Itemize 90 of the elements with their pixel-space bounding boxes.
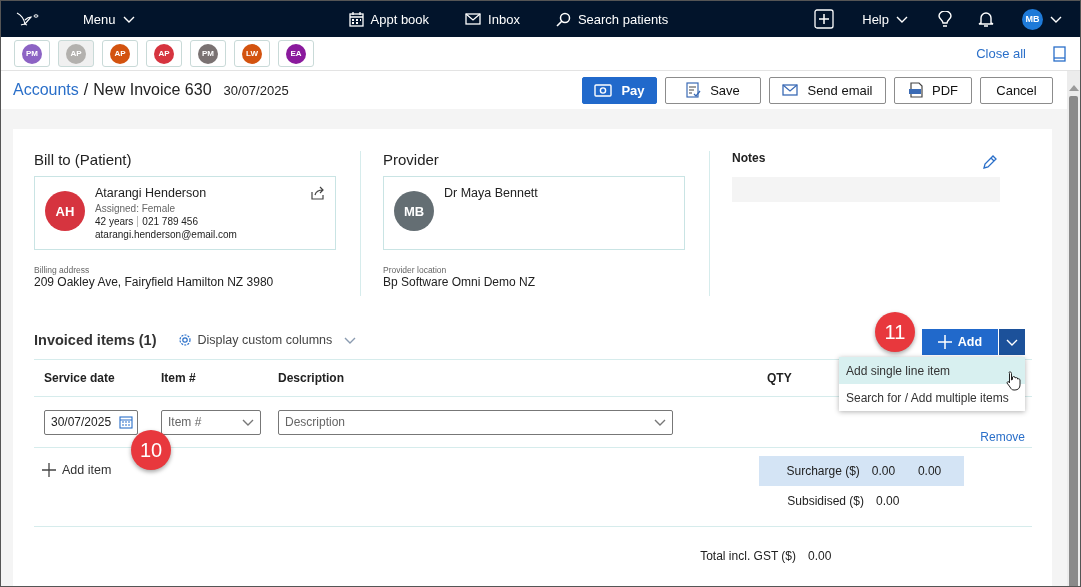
chevron-icon xyxy=(242,418,254,426)
chevron-icon xyxy=(344,336,357,344)
step-number-badge: 10 xyxy=(131,430,171,470)
bell-icon[interactable] xyxy=(978,11,994,27)
lightbulb-icon[interactable] xyxy=(936,10,954,28)
nav-link[interactable]: Search patients xyxy=(551,9,673,29)
menu-item[interactable]: Add single line item xyxy=(839,357,1025,384)
calendar-icon xyxy=(348,11,364,27)
field-label: Billing address xyxy=(34,265,91,275)
section-title: Bill to (Patient) xyxy=(34,151,133,168)
close-all-link[interactable]: Close all xyxy=(976,46,1026,61)
chevron-icon xyxy=(896,15,908,23)
user-menu-button[interactable]: MB xyxy=(1018,6,1066,32)
panel-icon[interactable] xyxy=(1053,45,1066,62)
action-button[interactable]: PDF xyxy=(894,76,972,104)
add-icon[interactable] xyxy=(814,9,835,29)
menu-button[interactable]: Menu xyxy=(79,9,139,29)
total-value: 0.00 xyxy=(917,464,943,478)
contact-name: Dr Maya Bennett xyxy=(444,186,539,200)
patient-tab[interactable]: EA xyxy=(278,40,314,67)
hand-cursor-icon xyxy=(1004,371,1021,391)
search-icon xyxy=(555,11,571,27)
share-icon[interactable] xyxy=(311,186,325,200)
item-number-dropdown[interactable]: Item # xyxy=(161,409,261,435)
breadcrumb-link[interactable]: Accounts xyxy=(13,81,79,99)
menu-item[interactable]: Search for / Add multiple items xyxy=(839,384,1025,411)
patient-tab[interactable]: AP xyxy=(146,40,182,67)
total-value: 0.00 xyxy=(876,494,901,508)
dropdown-toggle-button[interactable] xyxy=(998,329,1025,355)
document-icon xyxy=(908,82,923,98)
section-title: Provider xyxy=(383,151,440,168)
mail-icon xyxy=(782,84,799,96)
chevron-icon xyxy=(1006,338,1018,346)
scrollbar-thumb[interactable] xyxy=(1069,96,1078,586)
date-field[interactable]: 30/07/2025 xyxy=(44,409,138,435)
contact-name: Atarangi Henderson xyxy=(95,186,208,200)
mail-icon xyxy=(465,13,482,25)
column-header: Description xyxy=(278,371,345,385)
nav-link[interactable]: Appt book xyxy=(344,9,434,29)
column-header: Service date xyxy=(44,371,116,385)
total-value: 0.00 xyxy=(871,464,897,478)
checklist-icon xyxy=(686,82,702,98)
patient-email: atarangi.henderson@email.com xyxy=(95,229,238,240)
add-button[interactable]: Add xyxy=(922,329,998,355)
plus-icon xyxy=(937,335,952,349)
total-label: Total incl. GST ($) xyxy=(699,549,796,563)
help-menu-button[interactable]: Help xyxy=(858,9,912,29)
avatar: AH xyxy=(45,191,85,231)
column-header: QTY xyxy=(767,371,792,385)
breadcrumb-separator: / xyxy=(83,81,89,99)
remove-link[interactable]: Remove xyxy=(980,430,1025,444)
billing-address: 209 Oakley Ave, Fairyfield Hamilton NZ 3980 xyxy=(34,275,275,289)
section-title: Notes xyxy=(732,151,766,165)
chevron-icon xyxy=(122,15,135,23)
avatar: MB xyxy=(394,191,434,231)
chevron-icon xyxy=(1050,15,1062,23)
total-label: Subsidised ($) xyxy=(786,494,864,508)
patient-tab[interactable]: LW xyxy=(234,40,270,67)
column-header: Item # xyxy=(161,371,197,385)
scrollbar[interactable] xyxy=(1067,71,1080,586)
action-button[interactable]: Send email xyxy=(769,76,886,104)
patient-tab[interactable]: AP xyxy=(102,40,138,67)
provider-location: Bp Software Omni Demo NZ xyxy=(383,275,537,289)
field-label: Provider location xyxy=(383,265,448,275)
action-button[interactable]: Save xyxy=(665,76,761,104)
bird-logo-icon[interactable] xyxy=(15,10,39,28)
pencil-icon[interactable] xyxy=(982,154,998,170)
patient-sex: Assigned: Female xyxy=(95,203,177,214)
plus-icon xyxy=(42,463,56,477)
chevron-icon xyxy=(654,418,666,426)
user-avatar: MB xyxy=(1022,8,1043,30)
step-number-badge: 11 xyxy=(875,312,915,352)
total-value: 0.00 xyxy=(808,549,833,563)
custom-columns-button[interactable]: Display custom columns xyxy=(178,333,333,347)
total-label: Surcharge ($) xyxy=(785,464,860,478)
patient-phone: 021 789 456 xyxy=(142,216,198,227)
patient-age: 42 years xyxy=(95,216,139,227)
action-button[interactable]: Cancel xyxy=(980,76,1053,104)
banknote-icon xyxy=(594,83,613,97)
description-dropdown[interactable]: Description xyxy=(278,409,673,435)
add-item-button[interactable]: Add item xyxy=(34,458,112,482)
action-button[interactable]: Pay xyxy=(582,76,657,104)
calendar-icon xyxy=(119,415,133,429)
invoice-date: 30/07/2025 xyxy=(223,83,289,98)
patient-tab[interactable]: PM xyxy=(14,40,50,67)
gear-icon xyxy=(178,333,193,347)
nav-link[interactable]: Inbox xyxy=(461,9,524,29)
section-title: Invoiced items (1) xyxy=(34,332,157,348)
page-title: New Invoice 630 xyxy=(93,81,212,99)
patient-tab[interactable]: PM xyxy=(190,40,226,67)
